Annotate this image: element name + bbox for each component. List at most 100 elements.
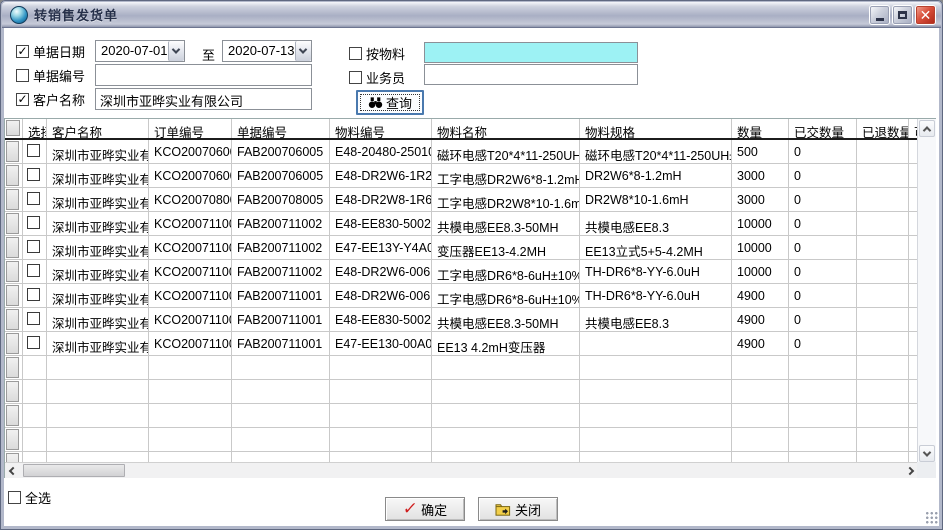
close-dialog-button[interactable]: 关闭 (478, 497, 558, 521)
cell-spec: TH-DR6*8-YY-6.0uH (580, 260, 732, 283)
cell-sel (23, 332, 47, 355)
cell-order_no: KCO20071100 (149, 212, 232, 235)
column-header-sel[interactable]: 选择 (23, 119, 47, 138)
cell-customer: 深圳市亚晔实业有限公司 (47, 236, 149, 259)
select-all-checkbox[interactable] (8, 491, 21, 504)
cell-spec: TH-DR6*8-YY-6.0uH (580, 284, 732, 307)
row-indicator[interactable] (5, 188, 23, 211)
docno-filter-checkbox[interactable] (16, 69, 29, 82)
material-filter-checkbox[interactable] (349, 47, 362, 60)
maximize-button[interactable] (892, 5, 913, 25)
grid-body: 选择客户名称订单编号单据编号物料编号物料名称物料规格数量已交数量已退数量可深圳市… (5, 119, 918, 463)
date-from-combo[interactable]: 2020-07-01 (95, 40, 185, 62)
row-checkbox[interactable] (27, 192, 40, 205)
cell-delivered_qty: 0 (789, 260, 857, 283)
column-header-delivered_qty[interactable]: 已交数量 (789, 119, 857, 138)
salesman-filter-label: 业务员 (366, 68, 405, 87)
empty-cell (732, 404, 789, 427)
empty-cell (149, 380, 232, 403)
table-row: 深圳市亚晔实业有限公司KCO20070600FAB200706005E48-DR… (5, 164, 918, 188)
empty-cell (789, 404, 857, 427)
row-indicator[interactable] (5, 260, 23, 283)
row-indicator[interactable] (5, 356, 23, 379)
ok-button-label: 确定 (421, 500, 447, 519)
customer-input[interactable]: 深圳市亚晔实业有限公司 (95, 88, 312, 110)
date-from-dropdown-button[interactable] (168, 41, 185, 61)
column-header-doc_no[interactable]: 单据编号 (232, 119, 330, 138)
docno-input[interactable] (95, 64, 312, 86)
date-filter-checkbox[interactable] (16, 45, 29, 58)
row-indicator[interactable] (5, 284, 23, 307)
row-indicator[interactable] (5, 140, 23, 163)
row-checkbox[interactable] (27, 144, 40, 157)
date-to-dropdown-button[interactable] (295, 41, 312, 61)
close-button[interactable]: ✕ (915, 5, 936, 25)
empty-cell (330, 380, 432, 403)
row-indicator[interactable] (5, 308, 23, 331)
row-indicator[interactable] (5, 332, 23, 355)
cell-delivered_qty: 0 (789, 308, 857, 331)
row-indicator[interactable] (5, 428, 23, 451)
column-header-material_name[interactable]: 物料名称 (432, 119, 580, 138)
column-header-spec[interactable]: 物料规格 (580, 119, 732, 138)
row-indicator[interactable] (5, 236, 23, 259)
row-checkbox[interactable] (27, 312, 40, 325)
scroll-right-button[interactable] (902, 464, 918, 477)
cell-material_no: E48-EE830-50020 (330, 212, 432, 235)
cell-customer: 深圳市亚晔实业有限公司 (47, 212, 149, 235)
empty-cell (580, 356, 732, 379)
cell-material_name: 工字电感DR2W6*8-1.2mH±10% (432, 164, 580, 187)
salesman-filter-checkbox[interactable] (349, 71, 362, 84)
row-checkbox[interactable] (27, 168, 40, 181)
scroll-up-button[interactable] (919, 120, 935, 137)
empty-cell (789, 356, 857, 379)
salesman-input[interactable] (424, 64, 638, 85)
date-to-combo[interactable]: 2020-07-13 (222, 40, 312, 62)
material-input[interactable] (424, 42, 638, 63)
customer-filter-checkbox[interactable] (16, 93, 29, 106)
column-header-customer[interactable]: 客户名称 (47, 119, 149, 138)
row-checkbox[interactable] (27, 264, 40, 277)
cell-sel (23, 188, 47, 211)
row-checkbox[interactable] (27, 216, 40, 229)
scroll-left-button[interactable] (5, 464, 21, 477)
cell-qty: 10000 (732, 212, 789, 235)
empty-cell (789, 428, 857, 451)
cell-material_no: E48-DR2W6-1R2 (330, 164, 432, 187)
resize-grip[interactable] (925, 511, 938, 524)
cell-sel (23, 140, 47, 163)
empty-cell (432, 356, 580, 379)
cell-doc_no: FAB200711002 (232, 260, 330, 283)
row-indicator[interactable] (5, 164, 23, 187)
chevron-down-icon (923, 448, 931, 456)
row-indicator[interactable] (5, 404, 23, 427)
horizontal-scroll-thumb[interactable] (23, 464, 125, 477)
vertical-scrollbar[interactable] (917, 119, 936, 463)
cell-sel (23, 236, 47, 259)
row-indicator[interactable] (5, 380, 23, 403)
empty-cell (149, 404, 232, 427)
cell-spec: EE13立式5+5-4.2MH (580, 236, 732, 259)
column-header-order_no[interactable]: 订单编号 (149, 119, 232, 138)
ok-button[interactable]: ✓ 确定 (385, 497, 465, 521)
minimize-button[interactable] (869, 5, 890, 25)
row-checkbox[interactable] (27, 288, 40, 301)
column-header-material_no[interactable]: 物料编号 (330, 119, 432, 138)
scroll-down-button[interactable] (919, 445, 935, 462)
cell-material_name: 工字电感DR6*8-6uH±10% (432, 284, 580, 307)
cell-customer: 深圳市亚晔实业有限公司 (47, 260, 149, 283)
column-header-qty[interactable]: 数量 (732, 119, 789, 138)
row-indicator[interactable] (5, 212, 23, 235)
row-checkbox[interactable] (27, 240, 40, 253)
row-checkbox[interactable] (27, 336, 40, 349)
search-button[interactable]: 查询 (356, 90, 424, 115)
table-row: 深圳市亚晔实业有限公司KCO20070800FAB200708005E48-DR… (5, 188, 918, 212)
cell-material_name: 工字电感DR6*8-6uH±10% (432, 260, 580, 283)
cell-spec: 磁环电感T20*4*11-250UH±10% (580, 140, 732, 163)
horizontal-scrollbar[interactable] (5, 462, 918, 478)
column-header-returned_qty[interactable]: 已退数量 (857, 119, 909, 138)
select-all-label: 全选 (25, 488, 51, 507)
cell-material_name: 磁环电感T20*4*11-250UH±10% (432, 140, 580, 163)
cell-delivered_qty: 0 (789, 140, 857, 163)
filter-material-row: 按物料 (349, 43, 405, 64)
